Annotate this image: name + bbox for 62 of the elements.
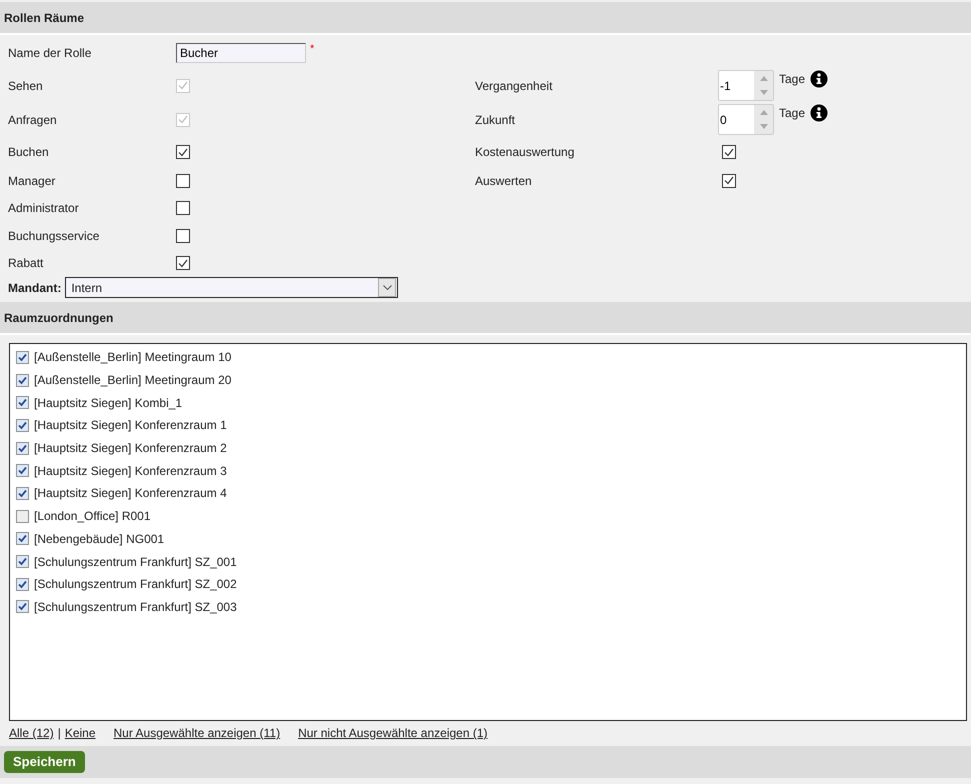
checkbox[interactable]	[176, 145, 190, 159]
checkbox[interactable]	[16, 555, 29, 568]
room-label: [Schulungszentrum Frankfurt] SZ_001	[34, 554, 237, 569]
room-label: [Schulungszentrum Frankfurt] SZ_002	[34, 577, 237, 592]
select-all-link[interactable]: Alle (12)	[9, 726, 54, 740]
room-label: [Außenstelle_Berlin] Meetingraum 10	[34, 350, 232, 364]
permission-label: Administrator	[8, 201, 80, 215]
dropdown[interactable]: Intern	[65, 277, 398, 298]
room-label: [Hauptsitz Siegen] Konferenzraum 1	[34, 418, 227, 432]
checkbox[interactable]	[16, 578, 29, 591]
number-spinner[interactable]: -1	[718, 70, 774, 101]
select-none-link[interactable]: Keine	[64, 726, 96, 740]
option-label: Zukunft	[475, 112, 516, 126]
section-title: Raumzuordnungen	[4, 310, 114, 324]
permission-label: Sehen	[8, 78, 44, 92]
number-spinner[interactable]: 0	[718, 104, 774, 135]
input-field[interactable]: Bucher	[176, 43, 306, 63]
filter-link[interactable]: Nur Ausgewählte anzeigen (11)	[114, 726, 280, 740]
checkbox[interactable]	[16, 418, 29, 432]
option-label: Kostenauswertung	[475, 145, 576, 159]
permission-label: Rabatt	[8, 256, 44, 270]
permission-label: Buchen	[8, 145, 50, 159]
section-title: Rollen Räume	[4, 10, 84, 24]
checkbox[interactable]	[16, 532, 29, 546]
checkbox[interactable]	[16, 510, 29, 523]
room-label: [Außenstelle_Berlin] Meetingraum 20	[34, 373, 232, 388]
permission-label: Manager	[8, 174, 56, 188]
room-label: [Hauptsitz Siegen] Konferenzraum 4	[34, 486, 227, 500]
checkbox[interactable]	[176, 174, 190, 188]
unit-label: Tage	[779, 105, 806, 120]
unit-label: Tage	[779, 71, 806, 86]
checkbox[interactable]	[176, 228, 190, 242]
permission-label: Anfragen	[8, 112, 58, 126]
separator: |	[58, 726, 61, 740]
field-label: Mandant:	[8, 280, 62, 294]
info-icon[interactable]	[810, 104, 828, 122]
required-mark: *	[310, 43, 314, 55]
checkbox[interactable]	[16, 396, 29, 410]
checkbox[interactable]	[176, 201, 190, 215]
permission-label: Buchungsservice	[8, 228, 100, 242]
checkbox[interactable]	[16, 350, 29, 364]
checkbox[interactable]	[722, 145, 736, 159]
checkbox[interactable]	[16, 442, 29, 455]
room-label: [Schulungszentrum Frankfurt] SZ_003	[34, 600, 237, 614]
checkbox[interactable]	[16, 464, 29, 478]
field-label: Name der Rolle	[8, 46, 92, 60]
option-label: Vergangenheit	[475, 78, 554, 92]
save-button[interactable]: Speichern	[4, 751, 85, 773]
checkbox[interactable]	[722, 174, 736, 188]
room-label: [London_Office] R001	[34, 509, 151, 524]
room-label: [Hauptsitz Siegen] Konferenzraum 3	[34, 464, 227, 478]
caret-icon	[382, 285, 392, 290]
room-label: [Hauptsitz Siegen] Konferenzraum 2	[34, 441, 227, 456]
checkbox[interactable]	[16, 374, 29, 387]
filter-link[interactable]: Nur nicht Ausgewählte anzeigen (1)	[298, 726, 488, 740]
room-label: [Hauptsitz Siegen] Kombi_1	[34, 396, 182, 410]
checkbox[interactable]	[16, 600, 29, 614]
info-icon[interactable]	[810, 70, 828, 88]
checkbox[interactable]	[16, 486, 29, 500]
checkbox[interactable]	[176, 256, 190, 270]
room-label: [Nebengebäude] NG001	[34, 532, 164, 546]
option-label: Auswerten	[475, 174, 533, 188]
